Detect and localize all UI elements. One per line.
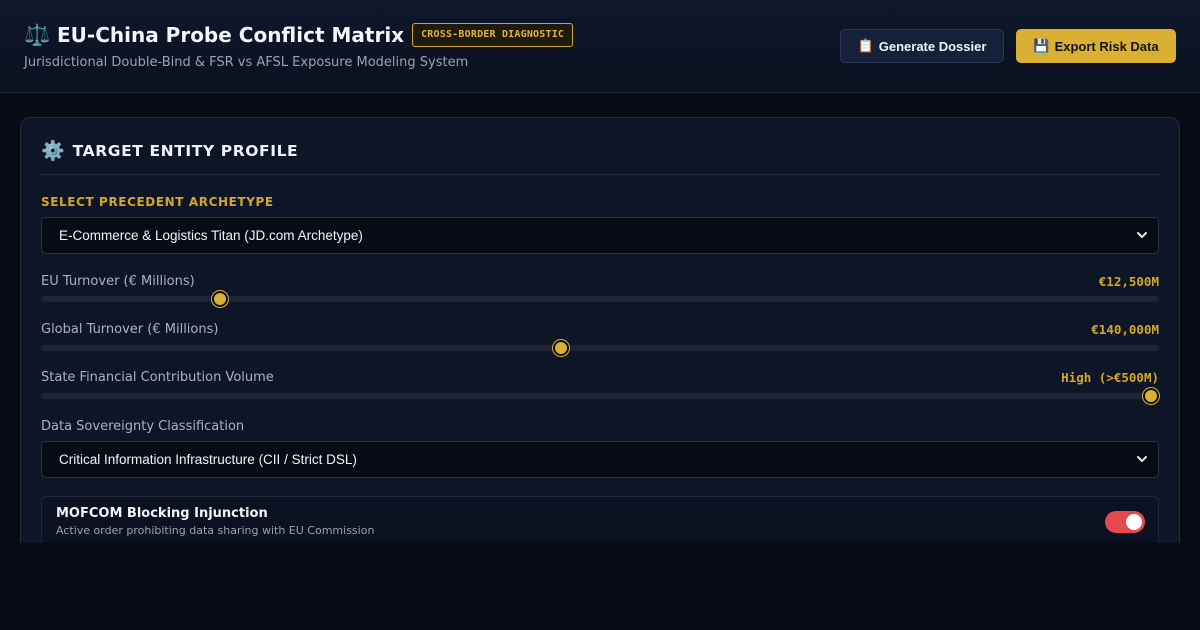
state-contribution-label: State Financial Contribution Volume: [41, 370, 274, 385]
eu-turnover-label: EU Turnover (€ Millions): [41, 274, 195, 289]
floppy-disk-icon: 💾: [1033, 38, 1050, 53]
data-sovereignty-select-value: Critical Information Infrastructure (CII…: [59, 452, 357, 467]
eu-turnover-value: €12,500M: [1098, 274, 1159, 289]
chevron-down-icon: [1137, 232, 1147, 238]
balance-scale-icon: ⚖️: [24, 23, 51, 47]
archetype-select-value: E-Commerce & Logistics Titan (JD.com Arc…: [59, 228, 363, 243]
state-contribution-slider-thumb[interactable]: [1143, 388, 1160, 404]
archetype-select[interactable]: E-Commerce & Logistics Titan (JD.com Arc…: [41, 217, 1159, 254]
archetype-label: SELECT PRECEDENT ARCHETYPE: [41, 195, 274, 209]
card-divider: [41, 174, 1159, 175]
data-sovereignty-label: Data Sovereignty Classification: [41, 419, 245, 434]
export-risk-data-label: Export Risk Data: [1054, 38, 1159, 54]
clipboard-icon: 📋: [857, 38, 874, 53]
gear-icon: ⚙️: [41, 140, 65, 162]
page-subtitle: Jurisdictional Double-Bind & FSR vs AFSL…: [24, 55, 469, 70]
generate-dossier-label: Generate Dossier: [878, 38, 987, 54]
mofcom-injunction-description: Active order prohibiting data sharing wi…: [56, 524, 375, 537]
state-contribution-slider[interactable]: [41, 388, 1160, 404]
global-turnover-label: Global Turnover (€ Millions): [41, 322, 219, 337]
export-risk-data-button[interactable]: 💾 Export Risk Data: [1016, 29, 1176, 63]
title-row: ⚖️ EU-China Probe Conflict Matrix CROSS-…: [24, 22, 574, 48]
page-title: EU-China Probe Conflict Matrix: [57, 23, 405, 47]
card-header: ⚙️ TARGET ENTITY PROFILE: [41, 140, 298, 162]
card-title: TARGET ENTITY PROFILE: [72, 142, 299, 160]
global-turnover-slider-thumb[interactable]: [552, 340, 569, 356]
generate-dossier-button[interactable]: 📋 Generate Dossier: [840, 29, 1004, 63]
eu-turnover-slider-thumb[interactable]: [211, 291, 228, 307]
page-background: [0, 543, 1200, 630]
state-contribution-value: High (>€500M): [1061, 370, 1159, 385]
eu-turnover-slider[interactable]: [41, 291, 1159, 307]
mofcom-injunction-toggle[interactable]: [1105, 511, 1145, 533]
mofcom-injunction-title: MOFCOM Blocking Injunction: [56, 506, 268, 521]
global-turnover-slider[interactable]: [41, 340, 1159, 356]
diagnostic-badge: CROSS-BORDER DIAGNOSTIC: [412, 23, 574, 47]
toggle-knob: [1126, 514, 1142, 530]
chevron-down-icon: [1137, 456, 1147, 462]
target-entity-profile-card: ⚙️ TARGET ENTITY PROFILE SELECT PRECEDEN…: [20, 117, 1180, 557]
data-sovereignty-select[interactable]: Critical Information Infrastructure (CII…: [41, 441, 1159, 478]
app-header: ⚖️ EU-China Probe Conflict Matrix CROSS-…: [0, 0, 1200, 93]
global-turnover-value: €140,000M: [1091, 322, 1159, 337]
